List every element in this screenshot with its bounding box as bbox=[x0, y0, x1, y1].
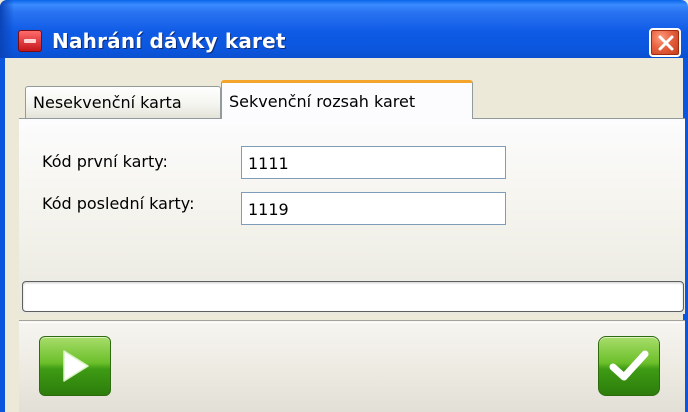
start-button[interactable] bbox=[39, 336, 111, 396]
last-card-label: Kód poslední karty: bbox=[42, 194, 195, 213]
progress-bar bbox=[22, 281, 684, 312]
first-card-input[interactable]: 1111 bbox=[241, 146, 506, 179]
app-card-icon bbox=[18, 30, 42, 52]
window-title: Nahrání dávky karet bbox=[52, 29, 286, 53]
title-bar[interactable]: Nahrání dávky karet bbox=[0, 0, 688, 58]
dialog-window: Nahrání dávky karet Nesekvenční karta Se… bbox=[0, 0, 688, 412]
confirm-button[interactable] bbox=[598, 336, 660, 396]
last-card-input[interactable]: 1119 bbox=[241, 192, 506, 225]
window-frame-left bbox=[0, 58, 5, 412]
close-icon bbox=[658, 35, 674, 51]
tab-nonsequential-card[interactable]: Nesekvenční karta bbox=[25, 86, 221, 118]
bottom-toolbar bbox=[19, 320, 685, 412]
tab-sequential-range[interactable]: Sekvenční rozsah karet bbox=[221, 80, 473, 119]
close-button[interactable] bbox=[649, 28, 681, 57]
checkmark-icon bbox=[609, 350, 649, 381]
first-card-label: Kód první karty: bbox=[42, 152, 168, 171]
play-icon bbox=[63, 350, 89, 382]
